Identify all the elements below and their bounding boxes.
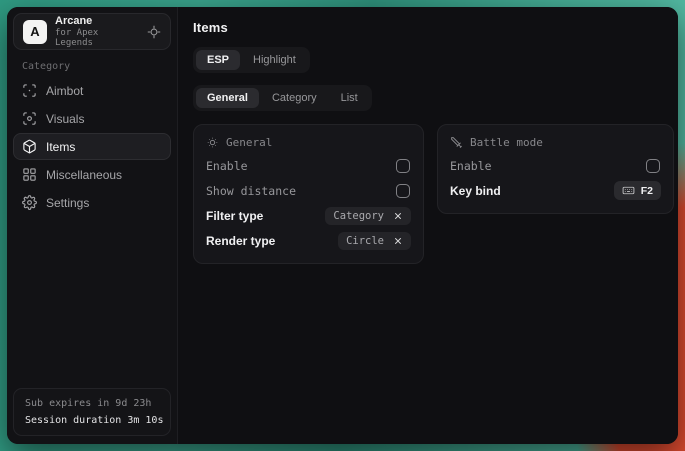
general-panel-header: General	[206, 136, 411, 149]
app-name: Arcane	[55, 15, 139, 27]
general-panel-title: General	[226, 136, 272, 149]
overlay-window: A Arcane for Apex Legends Category Aimbo…	[7, 7, 678, 444]
close-icon[interactable]	[393, 211, 403, 221]
tab-general[interactable]: General	[196, 88, 259, 108]
sidebar-item-label: Miscellaneous	[46, 168, 122, 182]
setting-label: Filter type	[206, 209, 263, 223]
category-label: Category	[22, 61, 177, 72]
show-distance-checkbox[interactable]	[396, 184, 410, 198]
scan-eye-icon	[22, 111, 37, 126]
setting-label: Show distance	[206, 184, 296, 198]
setting-label: Render type	[206, 234, 275, 248]
sidebar-nav: Aimbot Visuals Items Miscellaneous	[7, 77, 177, 216]
battle-panel-header: Battle mode	[450, 136, 661, 149]
gear-icon	[22, 195, 37, 210]
sidebar-item-miscellaneous[interactable]: Miscellaneous	[13, 161, 171, 188]
sidebar-item-label: Items	[46, 140, 75, 154]
main-content: Items ESP Highlight General Category Lis…	[177, 7, 678, 444]
keyboard-icon	[622, 184, 635, 197]
setting-row-show-distance: Show distance	[206, 178, 411, 203]
tab-list[interactable]: List	[330, 88, 369, 108]
setting-row-key-bind: Key bind F2	[450, 178, 661, 203]
app-subtitle: for Apex Legends	[55, 29, 139, 49]
sidebar-item-label: Visuals	[46, 112, 84, 126]
sidebar-item-items[interactable]: Items	[13, 133, 171, 160]
keybind-value: F2	[641, 185, 653, 197]
battle-panel-title: Battle mode	[470, 136, 543, 149]
crosshair-icon	[22, 83, 37, 98]
setting-row-enable: Enable	[206, 153, 411, 178]
filter-type-select[interactable]: Category	[325, 207, 411, 225]
setting-label: Key bind	[450, 184, 501, 198]
keybind-button[interactable]: F2	[614, 181, 661, 200]
sidebar-item-aimbot[interactable]: Aimbot	[13, 77, 171, 104]
sidebar-item-label: Aimbot	[46, 84, 83, 98]
sidebar: A Arcane for Apex Legends Category Aimbo…	[7, 7, 177, 444]
tab-esp[interactable]: ESP	[196, 50, 240, 70]
battle-enable-checkbox[interactable]	[646, 159, 660, 173]
view-tab-row: General Category List	[193, 85, 674, 111]
battle-mode-panel: Battle mode Enable Key bind F2	[437, 124, 674, 214]
tab-highlight[interactable]: Highlight	[242, 50, 307, 70]
grid-icon	[22, 167, 37, 182]
panels-row: General Enable Show distance Filter type…	[193, 124, 674, 264]
setting-row-filter-type: Filter type Category	[206, 203, 411, 228]
render-type-value: Circle	[346, 235, 384, 247]
setting-label: Enable	[450, 159, 492, 173]
setting-row-battle-enable: Enable	[450, 153, 661, 178]
tab-category[interactable]: Category	[261, 88, 328, 108]
close-icon[interactable]	[393, 236, 403, 246]
sidebar-item-visuals[interactable]: Visuals	[13, 105, 171, 132]
setting-label: Enable	[206, 159, 248, 173]
mode-tab-row: ESP Highlight	[193, 47, 674, 73]
session-duration-text: Session duration 3m 10s	[25, 415, 159, 426]
sun-dim-icon	[206, 136, 219, 149]
view-tabs: General Category List	[193, 85, 372, 111]
page-title: Items	[193, 20, 674, 35]
filter-type-value: Category	[333, 210, 384, 222]
sidebar-header: A Arcane for Apex Legends	[13, 13, 171, 50]
enable-checkbox[interactable]	[396, 159, 410, 173]
setting-row-render-type: Render type Circle	[206, 228, 411, 253]
render-type-select[interactable]: Circle	[338, 232, 411, 250]
sub-expires-text: Sub expires in 9d 23h	[25, 398, 159, 409]
app-titles: Arcane for Apex Legends	[55, 15, 139, 49]
sidebar-item-settings[interactable]: Settings	[13, 189, 171, 216]
app-logo: A	[23, 20, 47, 44]
general-panel: General Enable Show distance Filter type…	[193, 124, 424, 264]
sidebar-item-label: Settings	[46, 196, 89, 210]
subscription-status-box: Sub expires in 9d 23h Session duration 3…	[13, 388, 171, 436]
mode-tabs: ESP Highlight	[193, 47, 310, 73]
swords-icon	[450, 136, 463, 149]
package-icon	[22, 139, 37, 154]
locate-icon[interactable]	[147, 25, 161, 39]
